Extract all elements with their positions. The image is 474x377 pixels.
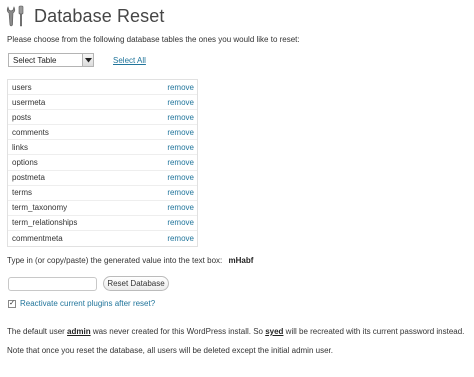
page-title: Database Reset: [34, 5, 165, 26]
remove-link[interactable]: remove: [167, 158, 194, 167]
table-list: users remove usermeta remove posts remove comm…: [7, 79, 198, 248]
confirm-instruction-text: Type in (or copy/paste) the generated va…: [7, 256, 223, 265]
table-row: links remove: [8, 140, 197, 156]
table-row: usermeta remove: [8, 95, 197, 111]
reset-database-button[interactable]: Reset Database: [103, 276, 169, 291]
reactivate-label[interactable]: Reactivate current plugins after reset?: [20, 299, 155, 308]
default-user-text-3: will be recreated with its current passw…: [283, 327, 465, 336]
default-user-text-2: was never created for this WordPress ins…: [90, 327, 266, 336]
tools-icon: [6, 5, 24, 27]
remove-link[interactable]: remove: [167, 203, 194, 212]
table-name: users: [12, 82, 32, 92]
remove-link[interactable]: remove: [167, 143, 194, 152]
remove-link[interactable]: remove: [167, 98, 194, 107]
confirm-instruction: Type in (or copy/paste) the generated va…: [7, 256, 253, 265]
remove-link[interactable]: remove: [167, 173, 194, 182]
table-row: users remove: [8, 80, 197, 96]
reset-row: Reset Database: [8, 276, 169, 291]
table-row: commentmeta remove: [8, 231, 197, 246]
select-row: Select Table Select All: [8, 53, 146, 67]
confirm-code: mHabf: [228, 256, 254, 265]
reactivate-checkbox[interactable]: ✓: [8, 299, 16, 308]
page-header: Database Reset: [5, 3, 164, 29]
table-name: postmeta: [12, 173, 45, 183]
default-user-notice: The default user admin was never created…: [7, 327, 464, 336]
table-name: posts: [12, 112, 32, 122]
table-name: links: [12, 142, 29, 152]
table-row: terms remove: [8, 186, 197, 201]
table-row: options remove: [8, 155, 197, 171]
table-name: usermeta: [12, 97, 46, 107]
default-user-text-1: The default user: [7, 327, 68, 336]
default-user-admin: admin: [67, 327, 91, 336]
default-user-current: syed: [265, 327, 284, 336]
reactivate-row: ✓ Reactivate current plugins after reset…: [8, 299, 155, 308]
confirm-code-input[interactable]: [8, 276, 97, 291]
reset-note: Note that once you reset the database, a…: [7, 346, 333, 355]
table-name: commentmeta: [12, 233, 63, 243]
table-row: term_taxonomy remove: [8, 201, 197, 216]
table-select-value: Select Table: [13, 55, 57, 65]
table-name: comments: [12, 127, 49, 137]
table-select[interactable]: Select Table: [8, 53, 94, 67]
chevron-down-icon[interactable]: [82, 54, 93, 66]
remove-link[interactable]: remove: [167, 218, 194, 227]
remove-link[interactable]: remove: [167, 188, 194, 197]
remove-link[interactable]: remove: [167, 234, 194, 243]
intro-text: Please choose from the following databas…: [7, 35, 300, 44]
remove-link[interactable]: remove: [167, 113, 194, 122]
remove-link[interactable]: remove: [167, 83, 194, 92]
table-name: term_taxonomy: [12, 203, 68, 213]
table-row: posts remove: [8, 110, 197, 126]
table-name: options: [12, 158, 38, 168]
table-name: term_relationships: [12, 218, 78, 228]
table-row: postmeta remove: [8, 171, 197, 186]
table-row: term_relationships remove: [8, 216, 197, 231]
select-all-link[interactable]: Select All: [113, 56, 146, 65]
remove-link[interactable]: remove: [167, 128, 194, 137]
table-name: terms: [12, 188, 32, 198]
table-row: comments remove: [8, 125, 197, 141]
